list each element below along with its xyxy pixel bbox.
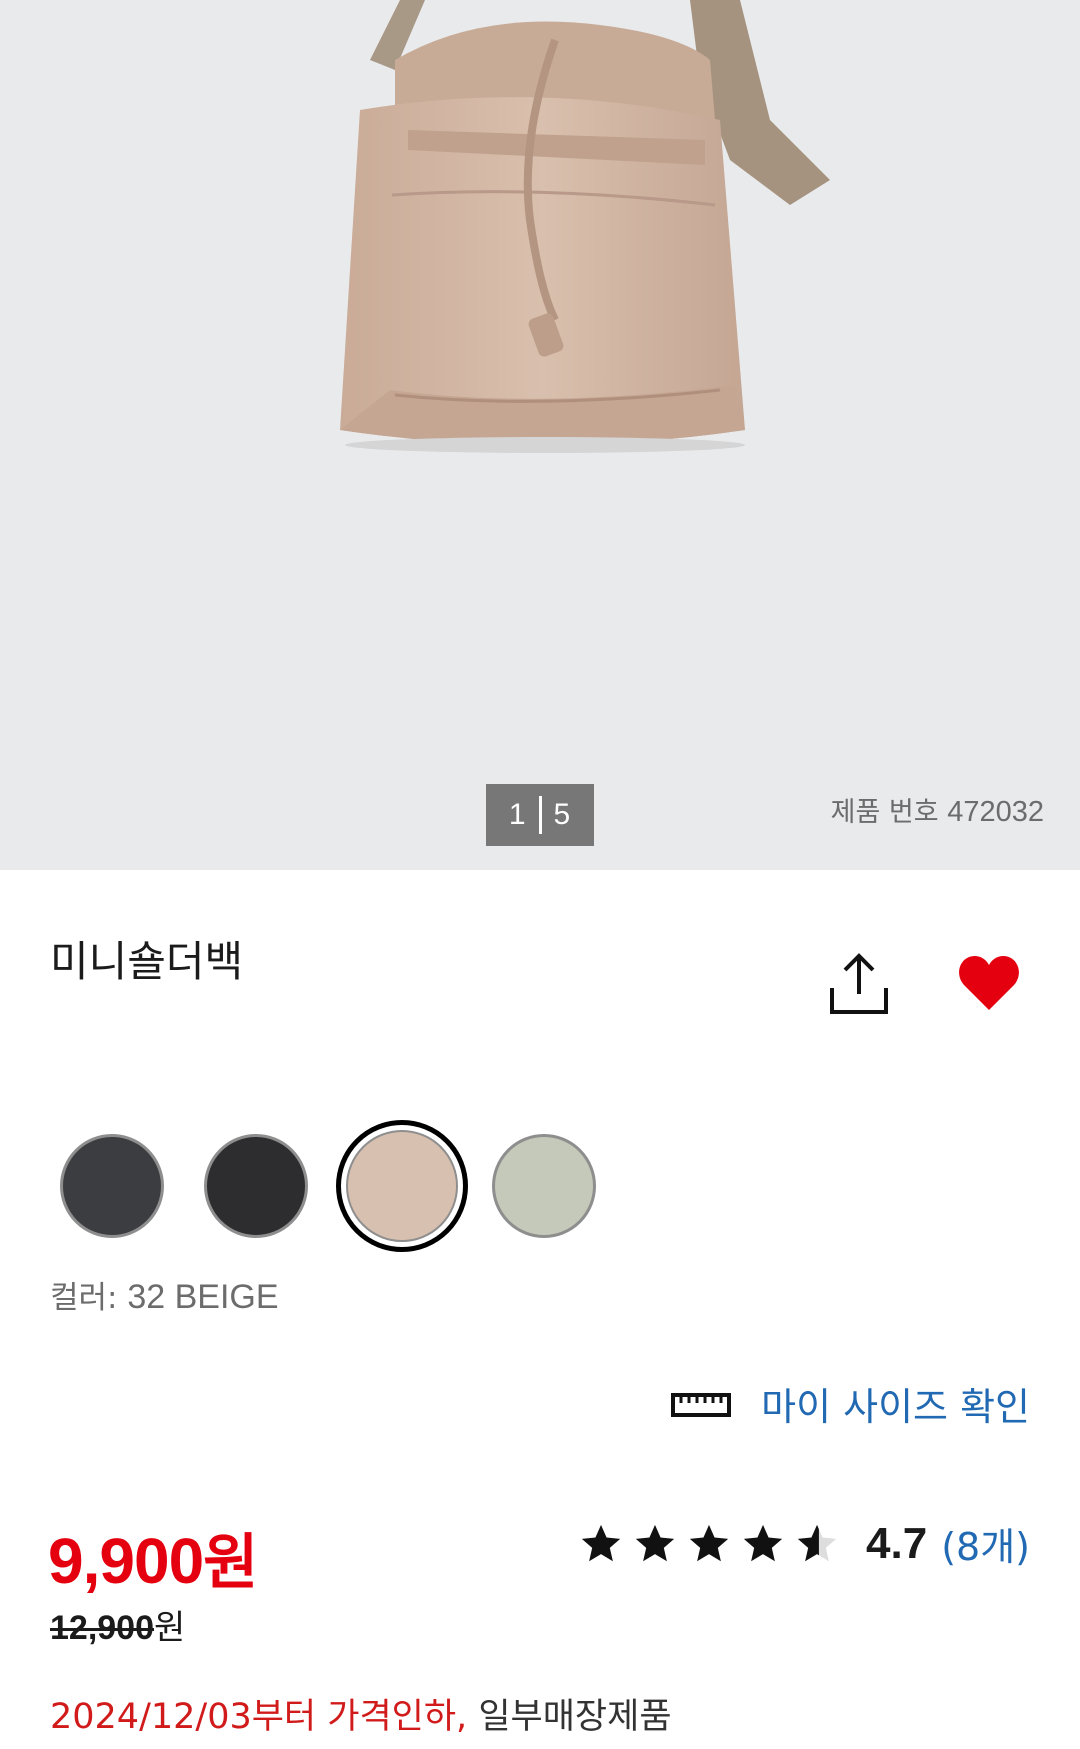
favorite-button[interactable] (956, 952, 1022, 1014)
star-partial-icon (797, 1524, 837, 1561)
swatch-light-green[interactable] (492, 1134, 596, 1238)
product-number-value: 472032 (947, 796, 1044, 828)
star-full-icon (581, 1524, 621, 1561)
color-label-prefix: 컬러: (50, 1280, 118, 1316)
original-price: 12,900원 (50, 1600, 185, 1649)
star-full-icon (635, 1524, 675, 1561)
price-notice: 2024/12/03부터 가격인하, 일부매장제품 (50, 1688, 672, 1739)
pager-current: 1 (508, 798, 527, 831)
original-price-value: 12,900 (50, 1609, 154, 1647)
color-label-value: 32 BEIGE (127, 1278, 279, 1316)
review-count-link[interactable]: (8개) (941, 1516, 1030, 1571)
original-price-unit: 원 (154, 1608, 186, 1648)
current-price-value: 9,900 (48, 1525, 204, 1597)
share-button[interactable] (826, 950, 892, 1018)
product-number: 제품 번호 472032 (831, 790, 1044, 829)
rating-stars (578, 1521, 848, 1567)
product-image[interactable] (0, 0, 1080, 870)
color-swatches (54, 1120, 614, 1258)
swatch-dark-gray[interactable] (60, 1134, 164, 1238)
product-image-gallery[interactable]: 1 5 제품 번호 472032 (0, 0, 1080, 870)
current-price: 9,900원 (48, 1514, 258, 1601)
swatch-beige-selected[interactable] (336, 1120, 468, 1252)
share-icon (830, 953, 888, 1014)
current-price-unit: 원 (203, 1528, 258, 1598)
pager-separator (538, 796, 542, 834)
pager-total: 5 (553, 798, 572, 831)
swatch-black[interactable] (204, 1134, 308, 1238)
selected-color-label: 컬러: 32 BEIGE (50, 1272, 279, 1317)
star-full-icon (689, 1524, 729, 1561)
store-note-text: 일부매장제품 (478, 1697, 672, 1737)
product-number-label: 제품 번호 (830, 797, 939, 828)
rating-value: 4.7 (866, 1518, 928, 1568)
rating-summary[interactable]: 4.7 (8개) (578, 1516, 1030, 1571)
my-size-link[interactable]: 마이 사이즈 확인 (671, 1376, 1030, 1431)
my-size-label: 마이 사이즈 확인 (761, 1385, 1030, 1429)
star-full-icon (743, 1524, 783, 1561)
image-pager: 1 5 (486, 784, 594, 846)
product-title: 미니숄더백 (50, 937, 244, 986)
heart-icon (959, 956, 1019, 1010)
price-drop-text: 2024/12/03부터 가격인하, (50, 1697, 468, 1737)
ruler-icon (671, 1392, 732, 1417)
